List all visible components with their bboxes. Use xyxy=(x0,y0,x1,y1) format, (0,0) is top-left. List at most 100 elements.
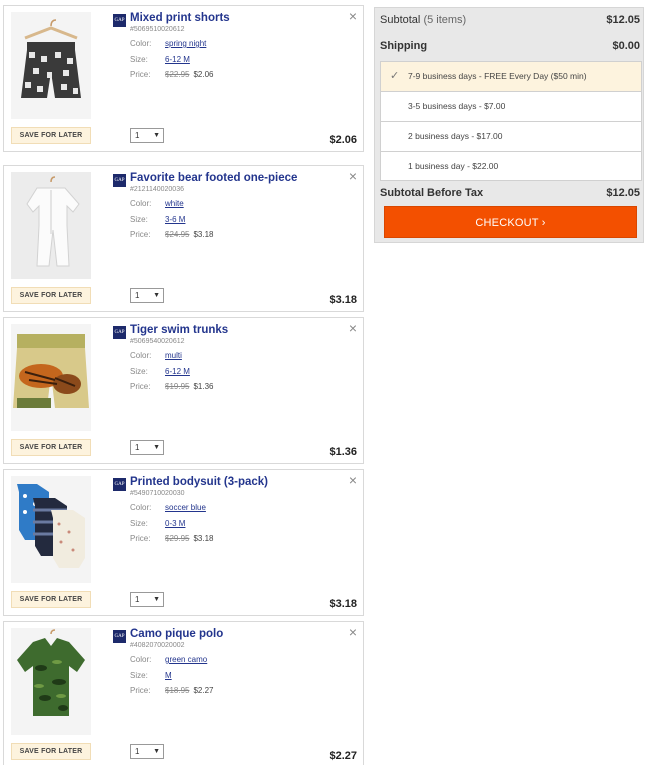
product-image[interactable] xyxy=(11,324,91,431)
chevron-down-icon: ▼ xyxy=(153,292,160,299)
pretax-row: Subtotal Before Tax $12.05 xyxy=(380,187,640,199)
price-label: Price: xyxy=(130,230,151,239)
price-row: Price: $18.95 $2.27 xyxy=(130,686,214,695)
product-image[interactable] xyxy=(11,628,91,735)
color-link[interactable]: multi xyxy=(165,351,182,360)
size-row: Size: 6-12 M xyxy=(130,55,190,64)
shipping-value: $0.00 xyxy=(612,40,640,52)
shipping-option-label: 2 business days - $17.00 xyxy=(408,131,503,141)
line-total: $2.27 xyxy=(329,750,357,762)
chevron-down-icon: ▼ xyxy=(153,748,160,755)
shipping-option-label: 3-5 business days - $7.00 xyxy=(408,101,506,111)
price-row: Price: $24.95 $3.18 xyxy=(130,230,214,239)
shipping-option[interactable]: 3-5 business days - $7.00 xyxy=(381,92,641,122)
sale-price: $3.18 xyxy=(193,534,214,543)
gap-brand-icon: GAP xyxy=(113,326,126,339)
size-row: Size: M xyxy=(130,671,172,680)
color-link[interactable]: soccer blue xyxy=(165,503,206,512)
shipping-option[interactable]: 1 business day - $22.00 xyxy=(381,152,641,182)
color-label: Color: xyxy=(130,39,152,48)
save-for-later-button[interactable]: SAVE FOR LATER xyxy=(11,743,91,760)
quantity-value: 1 xyxy=(135,747,140,756)
order-summary: Subtotal (5 items) $12.05 Shipping $0.00… xyxy=(374,7,644,243)
size-link[interactable]: M xyxy=(165,671,172,680)
pretax-value: $12.05 xyxy=(606,187,640,199)
size-label: Size: xyxy=(130,519,148,528)
original-price: $18.95 xyxy=(165,686,190,695)
product-sku: #5069540020612 xyxy=(130,338,185,345)
color-link[interactable]: spring night xyxy=(165,39,206,48)
shipping-option[interactable]: ✓ 7-9 business days - FREE Every Day ($50… xyxy=(381,62,641,92)
shipping-option[interactable]: 2 business days - $17.00 xyxy=(381,122,641,152)
quantity-value: 1 xyxy=(135,595,140,604)
checkout-button[interactable]: CHECKOUT › xyxy=(384,206,637,238)
remove-item-close-icon[interactable]: × xyxy=(349,321,357,335)
cart-item: SAVE FOR LATER GAP Tiger swim trunks #50695… xyxy=(3,317,364,464)
quantity-select[interactable]: 1 ▼ xyxy=(130,288,164,303)
price-label: Price: xyxy=(130,70,151,79)
remove-item-close-icon[interactable]: × xyxy=(349,169,357,183)
product-title-link[interactable]: Tiger swim trunks xyxy=(130,324,228,336)
product-image[interactable] xyxy=(11,476,91,583)
size-label: Size: xyxy=(130,367,148,376)
product-sku: #4082070020002 xyxy=(130,642,185,649)
save-for-later-button[interactable]: SAVE FOR LATER xyxy=(11,287,91,304)
size-row: Size: 0-3 M xyxy=(130,519,185,528)
product-sku: #2121140020036 xyxy=(130,186,184,193)
quantity-select[interactable]: 1 ▼ xyxy=(130,440,164,455)
color-link[interactable]: white xyxy=(165,199,184,208)
size-link[interactable]: 3-6 M xyxy=(165,215,185,224)
shipping-row: Shipping $0.00 xyxy=(380,40,640,52)
size-label: Size: xyxy=(130,55,148,64)
line-total: $1.36 xyxy=(329,446,357,458)
remove-item-close-icon[interactable]: × xyxy=(349,9,357,23)
subtotal-value: $12.05 xyxy=(606,14,640,26)
product-image[interactable] xyxy=(11,172,91,279)
subtotal-row: Subtotal (5 items) $12.05 xyxy=(380,14,640,26)
price-label: Price: xyxy=(130,382,151,391)
quantity-value: 1 xyxy=(135,443,140,452)
shipping-options: ✓ 7-9 business days - FREE Every Day ($50… xyxy=(380,61,642,181)
sale-price: $2.06 xyxy=(193,70,214,79)
color-link[interactable]: green camo xyxy=(165,655,207,664)
size-link[interactable]: 0-3 M xyxy=(165,519,185,528)
save-for-later-button[interactable]: SAVE FOR LATER xyxy=(11,127,91,144)
remove-item-close-icon[interactable]: × xyxy=(349,473,357,487)
product-title-link[interactable]: Printed bodysuit (3-pack) xyxy=(130,476,268,488)
product-title-link[interactable]: Camo pique polo xyxy=(130,628,223,640)
checkmark-icon: ✓ xyxy=(390,70,400,82)
gap-brand-icon: GAP xyxy=(113,478,126,491)
product-title-link[interactable]: Mixed print shorts xyxy=(130,12,230,24)
color-row: Color: spring night xyxy=(130,39,206,48)
sale-price: $1.36 xyxy=(193,382,214,391)
color-label: Color: xyxy=(130,655,152,664)
original-price: $24.95 xyxy=(165,230,190,239)
save-for-later-button[interactable]: SAVE FOR LATER xyxy=(11,439,91,456)
size-link[interactable]: 6-12 M xyxy=(165,55,190,64)
pretax-label: Subtotal Before Tax xyxy=(380,187,484,199)
line-total: $3.18 xyxy=(329,598,357,610)
quantity-select[interactable]: 1 ▼ xyxy=(130,128,164,143)
product-title-link[interactable]: Favorite bear footed one-piece xyxy=(130,172,297,184)
remove-item-close-icon[interactable]: × xyxy=(349,625,357,639)
gap-brand-icon: GAP xyxy=(113,14,126,27)
quantity-select[interactable]: 1 ▼ xyxy=(130,744,164,759)
line-total: $3.18 xyxy=(329,294,357,306)
original-price: $29.95 xyxy=(165,534,190,543)
price-row: Price: $19.95 $1.36 xyxy=(130,382,214,391)
size-link[interactable]: 6-12 M xyxy=(165,367,190,376)
color-label: Color: xyxy=(130,351,152,360)
subtotal-item-count: (5 items) xyxy=(423,14,467,26)
quantity-select[interactable]: 1 ▼ xyxy=(130,592,164,607)
shipping-label: Shipping xyxy=(380,40,428,52)
color-row: Color: green camo xyxy=(130,655,207,664)
color-label: Color: xyxy=(130,503,152,512)
quantity-value: 1 xyxy=(135,131,140,140)
save-for-later-button[interactable]: SAVE FOR LATER xyxy=(11,591,91,608)
price-row: Price: $29.95 $3.18 xyxy=(130,534,214,543)
product-image[interactable] xyxy=(11,12,91,119)
price-row: Price: $22.95 $2.06 xyxy=(130,70,214,79)
sale-price: $3.18 xyxy=(193,230,214,239)
size-label: Size: xyxy=(130,215,148,224)
gap-brand-icon: GAP xyxy=(113,630,126,643)
